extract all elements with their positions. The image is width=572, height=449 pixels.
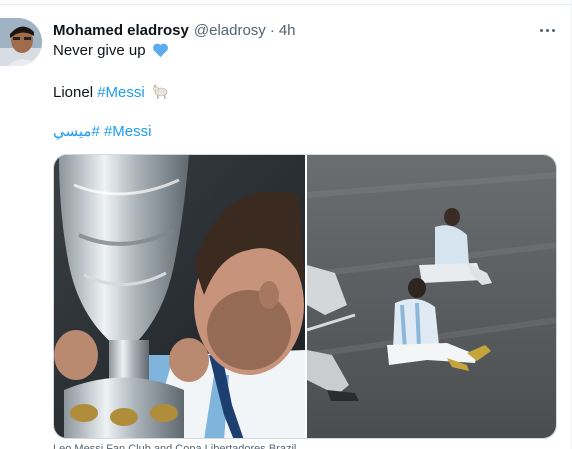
media-image-trophy-kiss[interactable] <box>54 155 305 438</box>
hashtag-link[interactable]: #ميسي <box>53 123 100 140</box>
tweet-text-line-1: Never give up <box>53 41 169 64</box>
divider <box>0 4 572 5</box>
tweet-media-grid[interactable] <box>53 154 557 439</box>
media-image-players-sitting[interactable] <box>306 155 556 438</box>
tweet-timestamp[interactable]: 4h <box>279 22 296 39</box>
author-name[interactable]: Mohamed eladrosy <box>53 22 189 39</box>
media-caption: Leo Messi Fan Club and Copa Libertadores… <box>53 443 297 449</box>
dot-separator: · <box>269 21 275 39</box>
goat-icon <box>151 82 169 106</box>
tweet-header: Mohamed eladrosy @eladrosy · 4h <box>53 20 296 40</box>
more-horizontal-icon[interactable] <box>533 20 561 40</box>
tweet-text-line-3: #ميسي #Messi <box>53 122 151 142</box>
tweet-text: Never give up <box>53 42 146 59</box>
hashtag-link[interactable]: #Messi <box>104 123 152 140</box>
author-handle[interactable]: @eladrosy <box>194 22 266 39</box>
tweet-text: Lionel <box>53 84 94 101</box>
tweet-card[interactable]: Mohamed eladrosy @eladrosy · 4h Never gi… <box>0 0 572 449</box>
hashtag-link[interactable]: #Messi <box>97 84 145 101</box>
tweet-text-line-2: Lionel #Messi <box>53 82 169 106</box>
blue-heart-icon <box>152 42 169 64</box>
avatar[interactable] <box>0 18 42 66</box>
